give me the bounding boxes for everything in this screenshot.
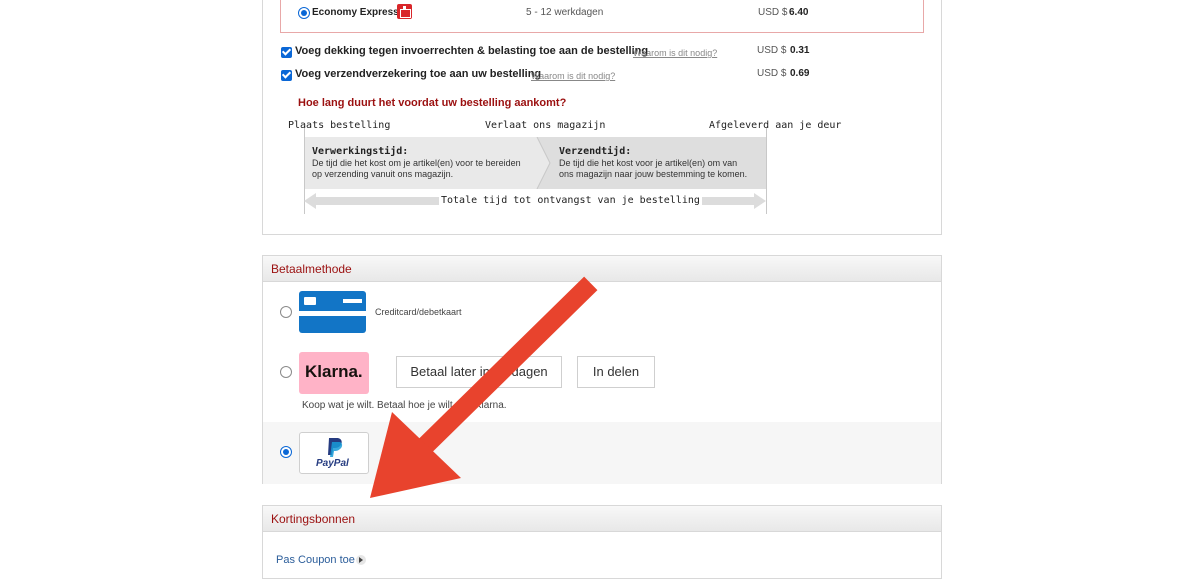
economy-price: 6.40 [789,7,809,18]
timeline-stages: Verwerkingstijd: De tijd die het kost om… [304,137,766,189]
card-label: Creditcard/debetkaart [375,307,462,317]
processing-desc-2: op verzending vanuit ons magazijn. [312,169,454,179]
delivery-question: Hoe lang duurt het voordat uw bestelling… [298,97,567,109]
paypal-wordmark: PayPal [316,458,349,469]
economy-name: Economy Express [312,7,399,18]
paypal-logo[interactable]: PayPal [299,432,369,474]
credit-card-icon[interactable] [299,291,366,333]
paypal-radio[interactable] [280,446,292,458]
insurance-label: Voeg verzendverzekering toe aan uw beste… [295,68,542,80]
insurance-why-link[interactable]: Waarom is dit nodig? [531,71,615,81]
klarna-logo[interactable]: Klarna. [299,352,369,394]
duty-price: 0.31 [790,45,810,56]
coupons-heading: Kortingsbonnen [271,512,356,526]
add-coupon-link[interactable]: Pas Coupon toe [276,554,355,566]
processing-title: Verwerkingstijd: [312,146,409,157]
shipping-panel: Economy Express 5 - 12 werkdagen USD $ 6… [262,0,942,235]
duty-checkbox[interactable] [281,47,292,58]
shipping-desc-2: ons magazijn naar jouw bestemming te kom… [559,169,748,179]
payment-section: Betaalmethode Creditcard/debetkaart Klar… [262,255,942,484]
payment-heading: Betaalmethode [271,262,352,276]
chevron-right-icon[interactable] [356,555,366,565]
shipping-option-economy[interactable]: Economy Express 5 - 12 werkdagen USD $ 6… [280,0,924,33]
processing-stage: Verwerkingstijd: De tijd die het kost om… [312,137,537,189]
shipping-desc-1: De tijd die het kost voor je artikel(en)… [559,158,738,168]
total-time-bar: Totale tijd tot ontvangst van je bestell… [304,193,766,209]
insurance-price: 0.69 [790,68,810,79]
timeline-step-delivered: Afgeleverd aan je deur [709,120,842,131]
paypal-p-icon [328,438,343,457]
gift-icon [397,4,412,19]
shipping-stage-title: Verzendtijd: [559,146,632,157]
coupons-section: Kortingsbonnen Pas Coupon toe [262,505,942,579]
card-radio[interactable] [280,306,292,318]
payment-header: Betaalmethode [263,256,941,282]
duty-why-link[interactable]: Waarom is dit nodig? [633,48,717,58]
shipping-stage: Verzendtijd: De tijd die het kost voor j… [559,137,764,189]
economy-duration: 5 - 12 werkdagen [526,7,604,18]
duty-label: Voeg dekking tegen invoerrechten & belas… [295,45,649,57]
total-time-label: Totale tijd tot ontvangst van je bestell… [439,195,702,206]
klarna-installments-button[interactable]: In delen [577,356,655,388]
timeline-step-leave-warehouse: Verlaat ons magazijn [485,120,606,131]
klarna-radio[interactable] [280,366,292,378]
duty-price-prefix: USD $ [757,45,787,56]
timeline-end-line [766,128,767,214]
insurance-price-prefix: USD $ [757,68,787,79]
insurance-checkbox[interactable] [281,70,292,81]
klarna-tagline: Koop wat je wilt. Betaal hoe je wilt met… [302,400,507,411]
processing-desc-1: De tijd die het kost om je artikel(en) v… [312,158,521,168]
economy-price-prefix: USD $ [758,7,788,18]
klarna-pay-later-button[interactable]: Betaal later in 30 dagen [396,356,562,388]
economy-radio[interactable] [298,7,310,19]
coupons-header: Kortingsbonnen [263,506,941,532]
